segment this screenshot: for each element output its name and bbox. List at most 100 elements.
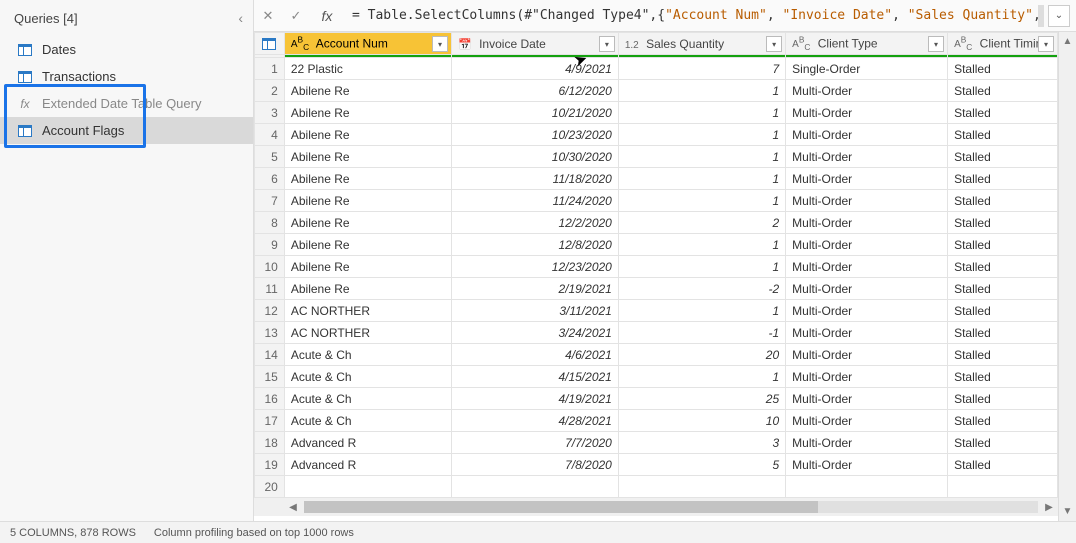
cell[interactable]: 1 bbox=[618, 80, 785, 102]
cell[interactable]: Multi-Order bbox=[786, 102, 948, 124]
cell[interactable]: 1 bbox=[618, 234, 785, 256]
row-number[interactable]: 8 bbox=[255, 212, 285, 234]
cell[interactable]: Abilene Re bbox=[284, 102, 451, 124]
cell[interactable]: 12/2/2020 bbox=[452, 212, 619, 234]
cell[interactable]: Multi-Order bbox=[786, 190, 948, 212]
cell[interactable]: 20 bbox=[618, 344, 785, 366]
row-number[interactable]: 2 bbox=[255, 80, 285, 102]
cell[interactable]: Advanced R bbox=[284, 432, 451, 454]
cell[interactable]: Abilene Re bbox=[284, 80, 451, 102]
column-header-account-num[interactable]: ABC Account Num▾ bbox=[284, 33, 451, 55]
table-row[interactable]: 11Abilene Re2/19/2021-2Multi-OrderStalle… bbox=[255, 278, 1058, 300]
row-number[interactable]: 17 bbox=[255, 410, 285, 432]
cell[interactable]: Abilene Re bbox=[284, 234, 451, 256]
cell[interactable]: Stalled bbox=[948, 454, 1058, 476]
table-row[interactable]: 8Abilene Re12/2/20202Multi-OrderStalled bbox=[255, 212, 1058, 234]
cell[interactable]: Multi-Order bbox=[786, 168, 948, 190]
collapse-sidebar-icon[interactable]: ‹ bbox=[238, 10, 243, 26]
column-header-invoice-date[interactable]: 📅 Invoice Date▾ bbox=[452, 33, 619, 55]
cell[interactable]: 12/23/2020 bbox=[452, 256, 619, 278]
table-row[interactable]: 9Abilene Re12/8/20201Multi-OrderStalled bbox=[255, 234, 1058, 256]
filter-button[interactable]: ▾ bbox=[1038, 36, 1054, 52]
cell[interactable] bbox=[786, 476, 948, 498]
cell[interactable]: 12/8/2020 bbox=[452, 234, 619, 256]
formula-confirm-icon[interactable]: ✓ bbox=[282, 0, 310, 31]
row-number[interactable]: 12 bbox=[255, 300, 285, 322]
cell[interactable]: Multi-Order bbox=[786, 212, 948, 234]
table-row[interactable]: 4Abilene Re10/23/20201Multi-OrderStalled bbox=[255, 124, 1058, 146]
cell[interactable]: 10 bbox=[618, 410, 785, 432]
row-header-corner[interactable] bbox=[255, 33, 285, 55]
cell[interactable]: Multi-Order bbox=[786, 256, 948, 278]
row-number[interactable]: 20 bbox=[255, 476, 285, 498]
cell[interactable]: Stalled bbox=[948, 388, 1058, 410]
cell[interactable]: Stalled bbox=[948, 322, 1058, 344]
table-row[interactable]: 7Abilene Re11/24/20201Multi-OrderStalled bbox=[255, 190, 1058, 212]
cell[interactable]: Stalled bbox=[948, 102, 1058, 124]
row-number[interactable]: 4 bbox=[255, 124, 285, 146]
cell[interactable]: 11/24/2020 bbox=[452, 190, 619, 212]
scroll-up-icon[interactable]: ▲ bbox=[1063, 36, 1073, 47]
cell[interactable]: Multi-Order bbox=[786, 278, 948, 300]
cell[interactable]: Stalled bbox=[948, 146, 1058, 168]
cell[interactable]: Stalled bbox=[948, 366, 1058, 388]
cell[interactable]: Stalled bbox=[948, 58, 1058, 80]
cell[interactable]: 1 bbox=[618, 256, 785, 278]
cell[interactable]: 1 bbox=[618, 168, 785, 190]
table-row[interactable]: 15Acute & Ch4/15/20211Multi-OrderStalled bbox=[255, 366, 1058, 388]
cell[interactable]: Abilene Re bbox=[284, 146, 451, 168]
cell[interactable]: Stalled bbox=[948, 344, 1058, 366]
query-item-transactions[interactable]: Transactions bbox=[0, 63, 253, 90]
table-row[interactable]: 19Advanced R7/8/20205Multi-OrderStalled bbox=[255, 454, 1058, 476]
cell[interactable]: Stalled bbox=[948, 168, 1058, 190]
select-all-icon[interactable] bbox=[262, 38, 276, 50]
cell[interactable]: 22 Plastic bbox=[284, 58, 451, 80]
cell[interactable]: 1 bbox=[618, 366, 785, 388]
cell[interactable]: AC NORTHER bbox=[284, 300, 451, 322]
cell[interactable]: 5 bbox=[618, 454, 785, 476]
cell[interactable]: 10/21/2020 bbox=[452, 102, 619, 124]
cell[interactable]: 3/24/2021 bbox=[452, 322, 619, 344]
cell[interactable]: Stalled bbox=[948, 80, 1058, 102]
cell[interactable]: 10/23/2020 bbox=[452, 124, 619, 146]
cell[interactable]: -1 bbox=[618, 322, 785, 344]
cell[interactable]: Multi-Order bbox=[786, 124, 948, 146]
cell[interactable]: Abilene Re bbox=[284, 190, 451, 212]
query-item-account-flags[interactable]: Account Flags bbox=[0, 117, 253, 144]
cell[interactable]: Multi-Order bbox=[786, 344, 948, 366]
row-number[interactable]: 13 bbox=[255, 322, 285, 344]
cell[interactable]: 2 bbox=[618, 212, 785, 234]
cell[interactable]: Acute & Ch bbox=[284, 410, 451, 432]
row-number[interactable]: 9 bbox=[255, 234, 285, 256]
table-row[interactable]: 17Acute & Ch4/28/202110Multi-OrderStalle… bbox=[255, 410, 1058, 432]
cell[interactable]: 25 bbox=[618, 388, 785, 410]
cell[interactable]: 3/11/2021 bbox=[452, 300, 619, 322]
column-header-client-timing[interactable]: ABC Client Timing▾ bbox=[948, 33, 1058, 55]
cell[interactable]: Advanced R bbox=[284, 454, 451, 476]
formula-input[interactable]: = Table.SelectColumns(#"Changed Type4",{… bbox=[344, 8, 1038, 23]
row-number[interactable]: 6 bbox=[255, 168, 285, 190]
cell[interactable]: Multi-Order bbox=[786, 234, 948, 256]
cell[interactable]: 6/12/2020 bbox=[452, 80, 619, 102]
cell[interactable]: 1 bbox=[618, 190, 785, 212]
cell[interactable]: Stalled bbox=[948, 212, 1058, 234]
table-row[interactable]: 13AC NORTHER3/24/2021-1Multi-OrderStalle… bbox=[255, 322, 1058, 344]
filter-button[interactable]: ▾ bbox=[928, 36, 944, 52]
table-row[interactable]: 6Abilene Re11/18/20201Multi-OrderStalled bbox=[255, 168, 1058, 190]
cell[interactable]: Acute & Ch bbox=[284, 388, 451, 410]
column-header-client-type[interactable]: ABC Client Type▾ bbox=[786, 33, 948, 55]
cell[interactable]: Abilene Re bbox=[284, 168, 451, 190]
row-number[interactable]: 3 bbox=[255, 102, 285, 124]
cell[interactable]: Multi-Order bbox=[786, 146, 948, 168]
cell[interactable]: 4/19/2021 bbox=[452, 388, 619, 410]
cell[interactable] bbox=[452, 476, 619, 498]
cell[interactable]: Stalled bbox=[948, 300, 1058, 322]
table-row[interactable]: 20 bbox=[255, 476, 1058, 498]
column-header-sales-quantity[interactable]: 1.2 Sales Quantity▾ bbox=[618, 33, 785, 55]
cell[interactable]: 7/8/2020 bbox=[452, 454, 619, 476]
cell[interactable]: Multi-Order bbox=[786, 322, 948, 344]
query-item-extended-date-table-query[interactable]: fxExtended Date Table Query bbox=[0, 90, 253, 117]
cell[interactable]: Abilene Re bbox=[284, 124, 451, 146]
formula-fx-icon[interactable]: fx bbox=[310, 0, 344, 31]
row-number[interactable]: 14 bbox=[255, 344, 285, 366]
